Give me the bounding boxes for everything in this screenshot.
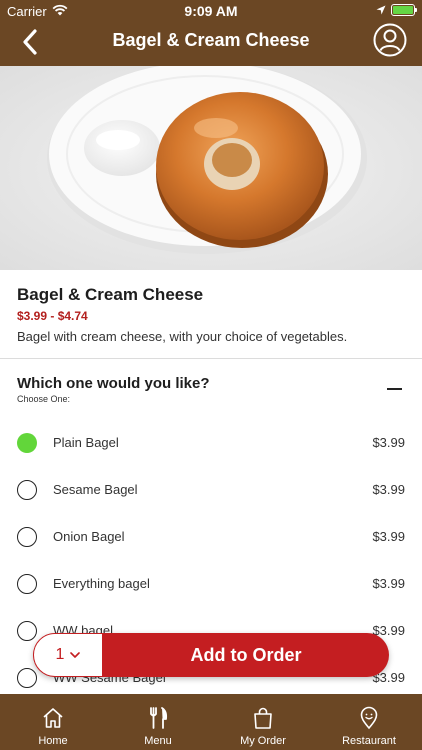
tab-my-order[interactable]: My Order <box>228 694 298 750</box>
option-row[interactable]: Everything bagel $3.99 <box>0 564 422 604</box>
chevron-down-icon <box>70 652 81 658</box>
option-price: $3.99 <box>372 576 405 591</box>
tab-bar: Home Menu My Order Restaurant <box>0 694 422 750</box>
tab-label: Menu <box>144 735 172 747</box>
radio-unselected[interactable] <box>17 574 37 594</box>
item-description: Bagel with cream cheese, with your choic… <box>17 329 348 344</box>
option-price: $3.99 <box>372 482 405 497</box>
clock: 9:09 AM <box>184 3 238 19</box>
option-label: Sesame Bagel <box>53 482 138 497</box>
option-label: Plain Bagel <box>53 435 119 450</box>
fork-knife-icon <box>150 707 168 729</box>
radio-unselected[interactable] <box>17 621 37 641</box>
shopping-bag-icon <box>254 707 272 729</box>
user-circle-icon[interactable] <box>373 23 407 57</box>
order-bar: 1 Add to Order <box>33 633 389 677</box>
option-price: $3.99 <box>372 435 405 450</box>
chevron-left-icon <box>23 29 37 55</box>
option-label: Onion Bagel <box>53 529 125 544</box>
option-group-subtitle: Choose One: <box>17 394 71 404</box>
option-price: $3.99 <box>372 529 405 544</box>
item-name: Bagel & Cream Cheese <box>17 285 204 304</box>
tab-label: Restaurant <box>342 735 396 747</box>
option-row[interactable]: Sesame Bagel $3.99 <box>0 470 422 510</box>
back-button[interactable] <box>12 24 48 60</box>
option-group-title: Which one would you like? <box>17 375 210 392</box>
tab-menu[interactable]: Menu <box>123 694 193 750</box>
radio-unselected[interactable] <box>17 668 37 688</box>
tab-label: My Order <box>240 735 286 747</box>
product-image <box>0 66 422 270</box>
navigation-bar: Bagel & Cream Cheese <box>0 22 422 66</box>
home-icon <box>43 708 63 728</box>
tab-label: Home <box>38 735 68 747</box>
option-label: Everything bagel <box>53 576 150 591</box>
quantity-value: 1 <box>55 646 65 663</box>
location-pin-icon <box>360 706 378 730</box>
option-row[interactable]: Plain Bagel $3.99 <box>0 423 422 463</box>
radio-unselected[interactable] <box>17 480 37 500</box>
battery-level <box>393 6 413 14</box>
divider <box>0 358 422 359</box>
radio-unselected[interactable] <box>17 527 37 547</box>
tab-restaurant[interactable]: Restaurant <box>333 694 405 750</box>
add-to-order-button[interactable]: Add to Order <box>103 633 389 677</box>
battery-icon <box>391 4 417 16</box>
option-row[interactable]: Onion Bagel $3.99 <box>0 517 422 557</box>
collapse-button[interactable] <box>385 379 405 399</box>
radio-selected[interactable] <box>17 433 37 453</box>
item-price-range: $3.99 - $4.74 <box>17 309 88 323</box>
quantity-selector[interactable]: 1 <box>33 633 103 677</box>
tab-home[interactable]: Home <box>18 694 88 750</box>
location-arrow-icon <box>376 5 386 15</box>
bagel-photo <box>0 66 422 270</box>
page-title: Bagel & Cream Cheese <box>112 30 310 50</box>
status-bar: Carrier 9:09 AM <box>0 0 422 22</box>
